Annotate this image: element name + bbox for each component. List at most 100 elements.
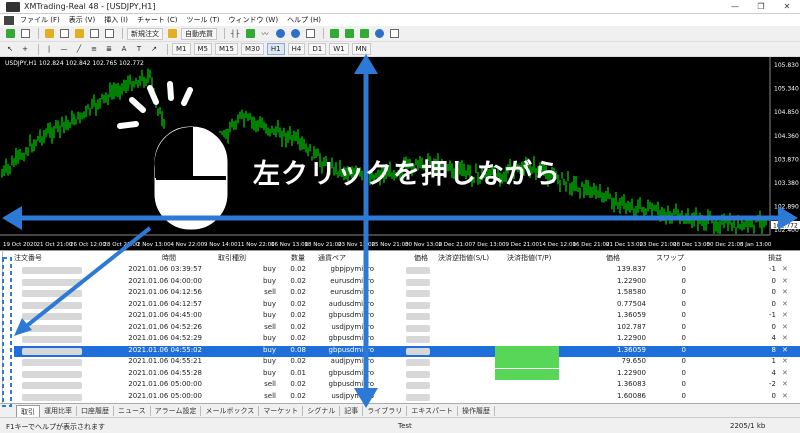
zoom-in-icon[interactable] <box>274 28 286 40</box>
maximize-button[interactable]: ❐ <box>748 0 774 14</box>
tab-mailbox[interactable]: メールボックス <box>201 405 260 416</box>
col-open-price[interactable]: 価格 <box>414 253 428 263</box>
horizontal-line-icon[interactable]: — <box>58 43 70 55</box>
terminal-icon[interactable] <box>88 28 100 40</box>
auto-trading-button[interactable]: 自動売買 <box>181 27 217 40</box>
new-order-button[interactable]: 新規注文 <box>127 27 163 40</box>
chart-window-icon[interactable] <box>4 15 14 25</box>
data-window-icon[interactable] <box>58 28 70 40</box>
close-order-icon[interactable]: ✕ <box>782 323 788 331</box>
new-chart-icon[interactable] <box>4 28 16 40</box>
timeframe-h1[interactable]: H1 <box>266 43 285 55</box>
close-button[interactable]: ✕ <box>774 0 800 14</box>
col-time[interactable]: 時間 <box>162 253 176 263</box>
col-symbol[interactable]: 通貨ペア <box>318 253 346 263</box>
close-order-icon[interactable]: ✕ <box>782 346 788 354</box>
close-order-icon[interactable]: ✕ <box>782 311 788 319</box>
table-row[interactable]: 2021.01.06 04:00:00 buy 0.02 eurusdmicro 1.2… <box>14 277 800 288</box>
tab-articles[interactable]: 記事 <box>340 405 364 416</box>
autoscroll-icon[interactable] <box>328 28 340 40</box>
menu-file[interactable]: ファイル (F) <box>20 15 60 25</box>
vertical-line-icon[interactable]: | <box>43 43 55 55</box>
timeframe-m1[interactable]: M1 <box>172 43 191 55</box>
close-order-icon[interactable]: ✕ <box>782 357 788 365</box>
crosshair-icon[interactable]: + <box>19 43 31 55</box>
menu-window[interactable]: ウィンドウ (W) <box>228 15 278 25</box>
cursor-icon[interactable]: ↖ <box>4 43 16 55</box>
minimize-button[interactable]: — <box>722 0 748 14</box>
tab-account-history[interactable]: 口座履歴 <box>77 405 114 416</box>
timeframe-w1[interactable]: W1 <box>329 43 349 55</box>
timeframe-m5[interactable]: M5 <box>193 43 212 55</box>
table-row[interactable]: 2021.01.06 04:55:02 buy 0.08 gbpusdmicro 1.3… <box>14 345 800 357</box>
table-row[interactable]: 2021.01.06 04:12:57 buy 0.02 audusdmicro 0.7… <box>14 300 800 311</box>
market-watch-icon[interactable] <box>43 28 55 40</box>
trendline-icon[interactable]: ╱ <box>73 43 85 55</box>
tab-news[interactable]: ニュース <box>114 405 151 416</box>
tab-trade[interactable]: 取引 <box>16 404 40 417</box>
close-order-icon[interactable]: ✕ <box>782 369 788 377</box>
close-order-icon[interactable]: ✕ <box>782 288 788 296</box>
zoom-out-icon[interactable] <box>289 28 301 40</box>
tile-windows-icon[interactable] <box>304 28 316 40</box>
table-row[interactable]: 2021.01.06 05:00:00 sell 0.02 usdjpymicro 1.… <box>14 392 800 403</box>
terminal-side-handle[interactable] <box>2 250 12 403</box>
tab-exposure[interactable]: 運用比率 <box>40 405 77 416</box>
menu-insert[interactable]: 挿入 (I) <box>104 15 128 25</box>
strategy-tester-icon[interactable] <box>103 28 115 40</box>
table-row[interactable]: 2021.01.06 04:52:29 buy 0.02 gbpusdmicro 1.2… <box>14 334 800 345</box>
line-chart-icon[interactable]: 〰 <box>259 28 271 40</box>
col-take-profit[interactable]: 決済指値(T/P) <box>507 253 551 263</box>
templates-icon[interactable] <box>388 28 400 40</box>
fibonacci-icon[interactable]: ≣ <box>103 43 115 55</box>
table-row[interactable]: 2021.01.06 03:39:57 buy 0.02 gbpjpymicro 139… <box>14 265 800 276</box>
table-row[interactable]: 2021.01.06 04:12:56 sell 0.02 eurusdmicro 1.… <box>14 288 800 299</box>
tab-market[interactable]: マーケット <box>259 405 304 416</box>
navigator-icon[interactable] <box>73 28 85 40</box>
label-tool-icon[interactable]: T <box>133 43 145 55</box>
menu-view[interactable]: 表示 (V) <box>69 15 95 25</box>
indicators-icon[interactable] <box>358 28 370 40</box>
tab-alerts[interactable]: アラーム設定 <box>151 405 202 416</box>
periods-icon[interactable] <box>373 28 385 40</box>
col-type[interactable]: 取引種別 <box>218 253 246 263</box>
col-profit[interactable]: 損益 <box>768 253 782 263</box>
close-order-icon[interactable]: ✕ <box>782 334 788 342</box>
menu-tools[interactable]: ツール (T) <box>186 15 219 25</box>
profiles-icon[interactable] <box>19 28 31 40</box>
bar-chart-icon[interactable]: ┤├ <box>229 28 241 40</box>
metaeditor-icon[interactable] <box>166 28 178 40</box>
equidistant-channel-icon[interactable]: ≡ <box>88 43 100 55</box>
timeframe-m15[interactable]: M15 <box>215 43 238 55</box>
table-row[interactable]: 2021.01.06 04:52:26 sell 0.02 usdjpymicro 10… <box>14 323 800 334</box>
menu-help[interactable]: ヘルプ (H) <box>287 15 321 25</box>
menu-chart[interactable]: チャート (C) <box>137 15 178 25</box>
table-row[interactable]: 2021.01.06 04:55:28 buy 0.01 gbpusdmicro 1.2… <box>14 368 800 380</box>
table-row[interactable]: 2021.01.06 05:00:00 sell 0.02 gbpusdmicro 1.… <box>14 380 800 391</box>
cell-lots: 0.02 <box>290 357 306 365</box>
tab-journal[interactable]: 操作履歴 <box>458 405 496 416</box>
timeframe-d1[interactable]: D1 <box>308 43 327 55</box>
table-row[interactable]: 2021.01.06 04:45:00 buy 0.02 gbpusdmicro 1.3… <box>14 311 800 322</box>
close-order-icon[interactable]: ✕ <box>782 392 788 400</box>
col-swap[interactable]: スワップ <box>656 253 684 263</box>
timeframe-h4[interactable]: H4 <box>287 43 306 55</box>
tab-library[interactable]: ライブラリ <box>363 405 408 416</box>
timeframe-m30[interactable]: M30 <box>240 43 264 55</box>
col-lots[interactable]: 数量 <box>291 253 305 263</box>
candlestick-icon[interactable] <box>244 28 256 40</box>
text-tool-icon[interactable]: A <box>118 43 130 55</box>
table-row[interactable]: 2021.01.06 04:55:21 buy 0.02 audjpymicro 79.… <box>14 357 800 368</box>
close-order-icon[interactable]: ✕ <box>782 380 788 388</box>
tab-experts[interactable]: エキスパート <box>407 405 459 416</box>
col-order-number[interactable]: 注文番号 <box>14 253 42 263</box>
arrows-icon[interactable]: ↗ <box>148 43 160 55</box>
col-stop-loss[interactable]: 決済逆指値(S/L) <box>438 253 489 263</box>
tab-signals[interactable]: シグナル <box>303 405 341 416</box>
timeframe-mn[interactable]: MN <box>351 43 371 55</box>
chart-shift-icon[interactable] <box>343 28 355 40</box>
close-order-icon[interactable]: ✕ <box>782 265 788 273</box>
col-current-price[interactable]: 価格 <box>606 253 620 263</box>
close-order-icon[interactable]: ✕ <box>782 300 788 308</box>
close-order-icon[interactable]: ✕ <box>782 277 788 285</box>
